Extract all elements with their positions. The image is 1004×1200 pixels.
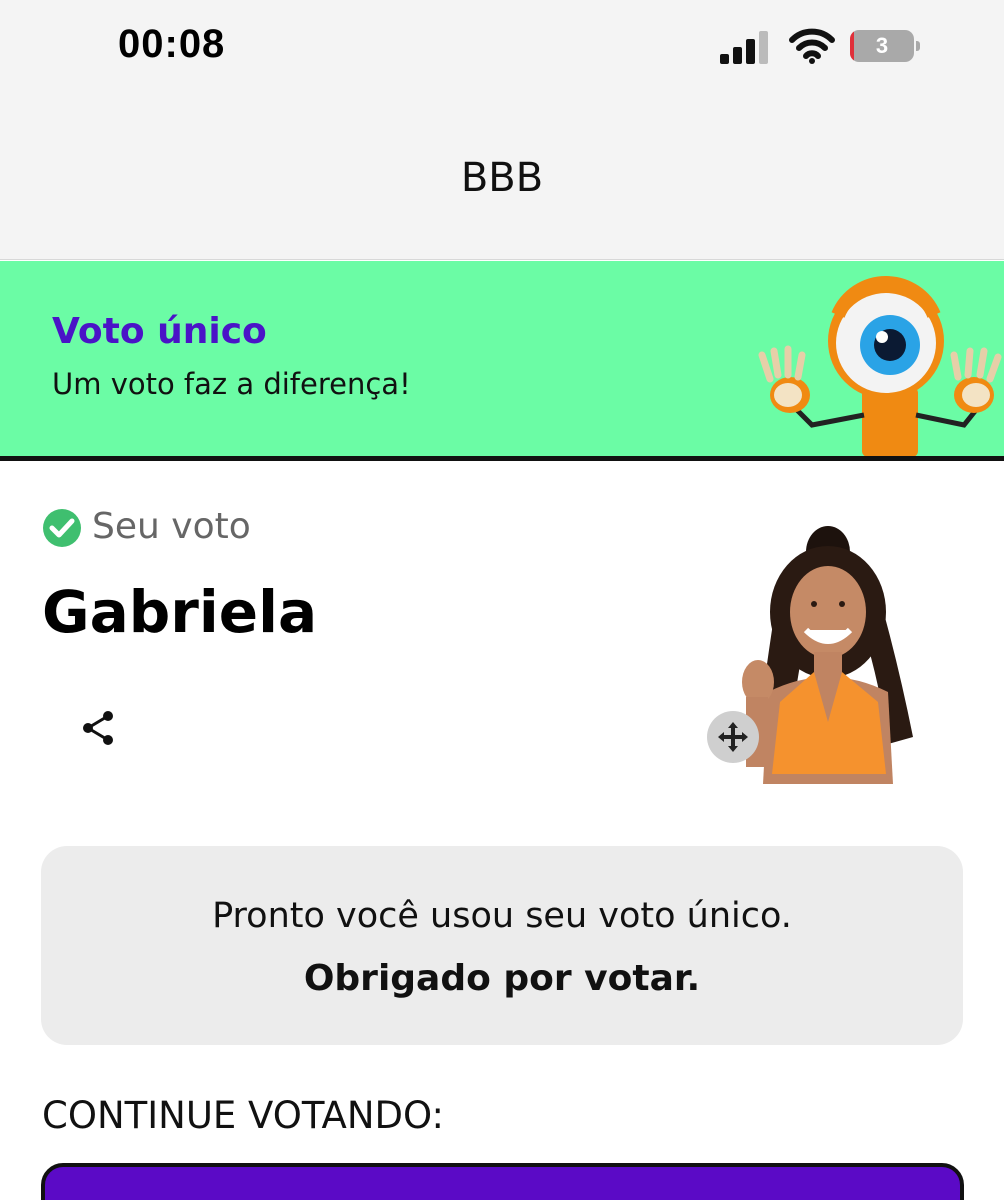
check-circle-icon [43,509,81,547]
thank-you-message: Obrigado por votar. [303,958,701,999]
candidate-name: Gabriela [42,578,318,646]
big-brother-eye-mascot-icon [758,276,1002,456]
banner-subtitle: Um voto faz a diferença! [52,367,411,401]
your-vote-label: Seu voto [92,506,251,547]
confirmation-message: Pronto você usou seu voto único. [212,896,792,936]
nav-bar: BBB [0,95,1004,260]
move-arrows-icon [718,722,748,752]
battery-icon: 3 [850,30,920,62]
signal-icon [720,31,768,64]
wifi-icon [789,28,835,64]
move-handle-button[interactable] [707,711,759,763]
battery-body: 3 [850,30,914,62]
status-time: 00:08 [118,22,226,66]
share-button[interactable] [70,700,126,756]
continue-voting-label: CONTINUE VOTANDO: [42,1094,444,1137]
battery-tip [916,41,920,51]
share-icon [83,711,113,745]
vote-confirmation-box: Pronto você usou seu voto único. Obrigad… [41,846,963,1045]
status-bar: 00:08 3 [0,0,1004,95]
banner-title: Voto único [52,311,267,352]
battery-level: 3 [875,33,889,58]
page-title: BBB [460,155,544,201]
continue-voting-button[interactable] [41,1163,964,1200]
single-vote-banner: Voto único Um voto faz a diferença! [0,261,1004,461]
